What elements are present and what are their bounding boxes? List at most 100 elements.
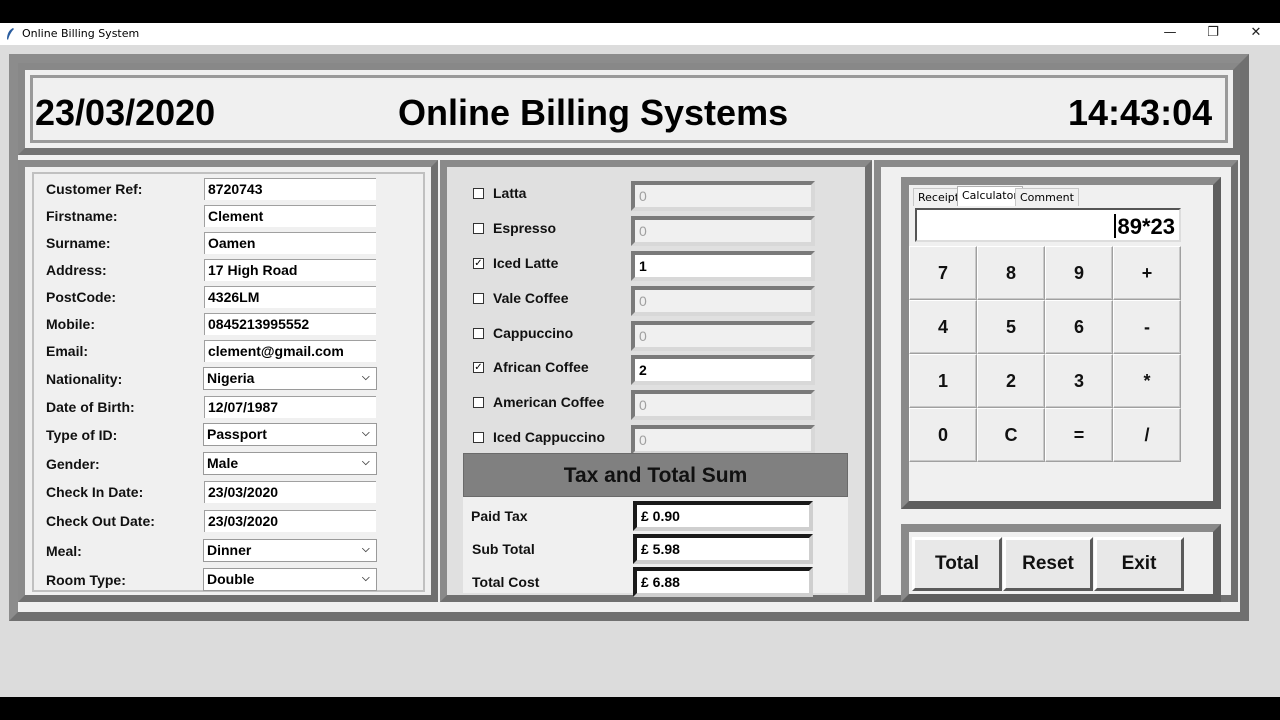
- iced-latte-checkbox[interactable]: ✓: [473, 258, 484, 269]
- id-type-value: Passport: [207, 426, 267, 442]
- drinks-panel: Latta 0 Espresso 0 ✓ Iced Latte 1 Vale C…: [440, 160, 872, 602]
- room-type-select[interactable]: Double ⌵: [203, 568, 377, 591]
- tax-total-header: Tax and Total Sum: [463, 453, 848, 497]
- calc-key-9[interactable]: 9: [1045, 246, 1113, 300]
- customer-ref-input[interactable]: 8720743: [204, 178, 376, 200]
- calc-key-7[interactable]: 7: [909, 246, 977, 300]
- vale-coffee-qty-input[interactable]: 0: [631, 286, 815, 316]
- calc-key-3[interactable]: 3: [1045, 354, 1113, 408]
- feather-icon: [7, 28, 14, 40]
- cappuccino-qty-input[interactable]: 0: [631, 321, 815, 351]
- calc-key-plus[interactable]: +: [1113, 246, 1181, 300]
- american-coffee-qty-input[interactable]: 0: [631, 390, 815, 420]
- calc-key-multiply[interactable]: *: [1113, 354, 1181, 408]
- mobile-label: Mobile:: [46, 316, 95, 332]
- page-title: Online Billing Systems: [398, 92, 789, 133]
- african-coffee-label: African Coffee: [493, 359, 589, 375]
- total-cost-label: Total Cost: [472, 574, 540, 590]
- calc-key-8[interactable]: 8: [977, 246, 1045, 300]
- calc-key-minus[interactable]: -: [1113, 300, 1181, 354]
- calc-key-1[interactable]: 1: [909, 354, 977, 408]
- nationality-label: Nationality:: [46, 371, 123, 387]
- meal-label: Meal:: [46, 543, 82, 559]
- iced-cappuccino-label: Iced Cappuccino: [493, 429, 606, 445]
- reset-button[interactable]: Reset: [1003, 537, 1093, 591]
- vale-coffee-label: Vale Coffee: [493, 290, 569, 306]
- sub-total-label: Sub Total: [472, 541, 535, 557]
- calc-key-divide[interactable]: /: [1113, 408, 1181, 462]
- tab-comment[interactable]: Comment: [1015, 188, 1079, 206]
- id-type-select[interactable]: Passport ⌵: [203, 423, 377, 446]
- cappuccino-checkbox[interactable]: [473, 328, 484, 339]
- calculator-panel: Receipt Calculator Comment 89*23 7 8 9 +…: [874, 160, 1238, 602]
- surname-label: Surname:: [46, 235, 111, 251]
- customer-form: Customer Ref: 8720743 Firstname: Clement…: [32, 172, 425, 592]
- latta-label: Latta: [493, 185, 527, 201]
- check-out-input[interactable]: 23/03/2020: [204, 510, 376, 532]
- firstname-label: Firstname:: [46, 208, 118, 224]
- gender-select[interactable]: Male ⌵: [203, 452, 377, 475]
- minimize-button[interactable]: —: [1150, 23, 1190, 45]
- exit-button[interactable]: Exit: [1094, 537, 1184, 591]
- room-type-value: Double: [207, 571, 255, 587]
- dob-label: Date of Birth:: [46, 399, 135, 415]
- calc-key-2[interactable]: 2: [977, 354, 1045, 408]
- american-coffee-checkbox[interactable]: [473, 397, 484, 408]
- room-type-label: Room Type:: [46, 572, 126, 588]
- chevron-down-icon: ⌵: [362, 372, 370, 383]
- check-in-label: Check In Date:: [46, 484, 144, 500]
- paid-tax-label: Paid Tax: [471, 508, 528, 524]
- mobile-input[interactable]: 0845213995552: [204, 313, 376, 335]
- total-cost-output: £ 6.88: [633, 567, 813, 597]
- american-coffee-label: American Coffee: [493, 394, 605, 410]
- customer-ref-label: Customer Ref:: [46, 181, 143, 197]
- chevron-down-icon: ⌵: [362, 573, 370, 584]
- address-input[interactable]: 17 High Road: [204, 259, 376, 281]
- postcode-label: PostCode:: [46, 289, 116, 305]
- latta-qty-input[interactable]: 0: [631, 181, 815, 211]
- header-time: 14:43:04: [1068, 92, 1213, 133]
- email-label: Email:: [46, 343, 89, 359]
- action-buttons-frame: Total Reset Exit: [901, 524, 1221, 602]
- surname-input[interactable]: Oamen: [204, 232, 376, 254]
- chevron-down-icon: ⌵: [362, 457, 370, 468]
- iced-cappuccino-qty-input[interactable]: 0: [631, 425, 815, 455]
- latta-checkbox[interactable]: [473, 188, 484, 199]
- calculator-display[interactable]: 89*23: [915, 208, 1181, 242]
- firstname-input[interactable]: Clement: [204, 205, 376, 227]
- calc-key-clear[interactable]: C: [977, 408, 1045, 462]
- close-button[interactable]: ✕: [1236, 23, 1276, 45]
- african-coffee-checkbox[interactable]: ✓: [473, 362, 484, 373]
- restore-button[interactable]: ❐: [1193, 23, 1233, 45]
- calc-key-0[interactable]: 0: [909, 408, 977, 462]
- calc-key-5[interactable]: 5: [977, 300, 1045, 354]
- iced-cappuccino-checkbox[interactable]: [473, 432, 484, 443]
- total-button[interactable]: Total: [912, 537, 1002, 591]
- check-in-input[interactable]: 23/03/2020: [204, 481, 376, 503]
- nationality-select[interactable]: Nigeria ⌵: [203, 367, 377, 390]
- window-title: Online Billing System: [22, 27, 140, 40]
- meal-select[interactable]: Dinner ⌵: [203, 539, 377, 562]
- espresso-qty-input[interactable]: 0: [631, 216, 815, 246]
- calc-key-equals[interactable]: =: [1045, 408, 1113, 462]
- espresso-checkbox[interactable]: [473, 223, 484, 234]
- tab-calculator[interactable]: Calculator: [957, 186, 1023, 206]
- dob-input[interactable]: 12/07/1987: [204, 396, 376, 418]
- vale-coffee-checkbox[interactable]: [473, 293, 484, 304]
- tax-total-title: Tax and Total Sum: [563, 464, 748, 487]
- african-coffee-qty-input[interactable]: 2: [631, 355, 815, 385]
- postcode-input[interactable]: 4326LM: [204, 286, 376, 308]
- app-window: 23/03/2020 Online Billing Systems 14:43:…: [0, 45, 1280, 697]
- iced-latte-qty-input[interactable]: 1: [631, 251, 815, 281]
- sub-total-output: £ 5.98: [633, 534, 813, 564]
- nationality-value: Nigeria: [207, 370, 255, 386]
- cappuccino-label: Cappuccino: [493, 325, 574, 341]
- paid-tax-output: £ 0.90: [633, 501, 813, 531]
- calc-key-4[interactable]: 4: [909, 300, 977, 354]
- header-inner: 23/03/2020 Online Billing Systems 14:43:…: [30, 75, 1228, 143]
- customer-panel: Customer Ref: 8720743 Firstname: Clement…: [18, 160, 438, 602]
- email-input[interactable]: clement@gmail.com: [204, 340, 376, 362]
- check-out-label: Check Out Date:: [46, 513, 155, 529]
- chevron-down-icon: ⌵: [362, 428, 370, 439]
- calc-key-6[interactable]: 6: [1045, 300, 1113, 354]
